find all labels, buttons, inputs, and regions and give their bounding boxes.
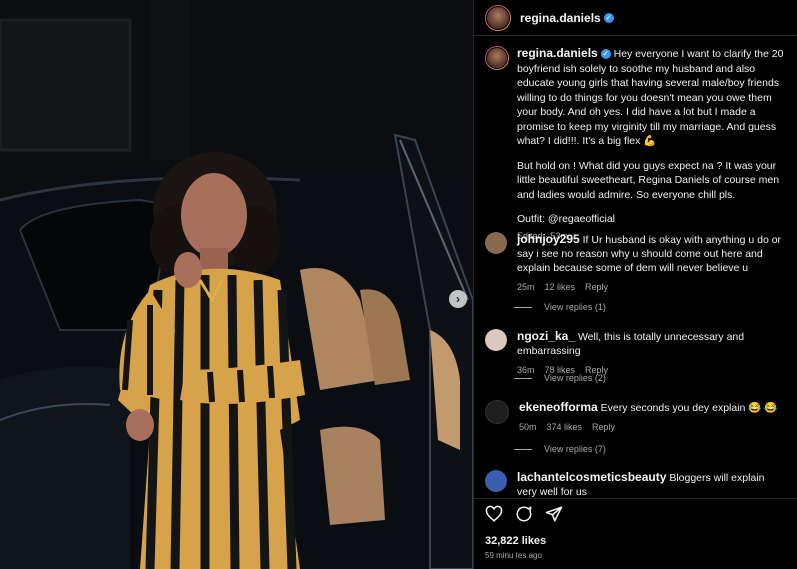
- comment-item: lachantelcosmeticsbeauty Bloggers will e…: [485, 470, 790, 498]
- caption-username[interactable]: regina.daniels: [517, 46, 598, 60]
- heart-icon[interactable]: [485, 505, 503, 523]
- caption: regina.daniels ✓ Hey everyone I want to c…: [485, 46, 790, 243]
- next-photo-button[interactable]: ›: [449, 290, 467, 308]
- comment-icon[interactable]: [515, 505, 533, 523]
- post-panel: regina.daniels ✓ regina.daniels ✓ Hey eve…: [473, 0, 797, 569]
- share-icon[interactable]: [545, 505, 563, 523]
- comment-username[interactable]: ekeneofforma: [519, 400, 598, 414]
- comment-avatar[interactable]: [485, 470, 507, 492]
- comments-scroll[interactable]: regina.daniels ✓ Hey everyone I want to c…: [474, 36, 797, 498]
- comment-username[interactable]: johnjoy295: [517, 232, 580, 246]
- reply-button[interactable]: Reply: [592, 420, 615, 434]
- post-actions: 32,822 likes 59 minu tes ago: [474, 498, 797, 569]
- caption-avatar[interactable]: [485, 46, 509, 70]
- comment-likes[interactable]: 12 likes: [545, 280, 576, 294]
- author-avatar[interactable]: [485, 4, 511, 31]
- comment-text: Every seconds you dey explain 😂 😂: [600, 402, 778, 414]
- comment-username[interactable]: lachantelcosmeticsbeauty: [517, 470, 666, 484]
- caption-paragraph-1: Hey everyone I want to clarify the 20 bo…: [517, 48, 784, 147]
- comment-avatar[interactable]: [485, 232, 507, 254]
- comment-item: ekeneofforma Every seconds you dey expla…: [485, 400, 790, 434]
- comment-likes[interactable]: 374 likes: [547, 420, 583, 434]
- comment-avatar[interactable]: [485, 400, 509, 424]
- caption-paragraph-2: But hold on ! What did you guys expect n…: [517, 159, 780, 201]
- comment-time: 25m: [517, 282, 535, 292]
- view-replies-button[interactable]: View replies (7): [514, 444, 606, 454]
- caption-verified-icon: ✓: [600, 49, 611, 60]
- post-time: 59 minu tes ago: [485, 551, 542, 560]
- view-replies-button[interactable]: View replies (2): [514, 373, 606, 383]
- photo-illustration: [0, 0, 473, 569]
- comment-item: johnjoy295 If Ur husband is okay with an…: [485, 232, 790, 294]
- post-viewer: › regina.daniels ✓ regina.daniels ✓ Hey e…: [0, 0, 797, 569]
- view-replies-button[interactable]: View replies (1): [514, 302, 606, 312]
- likes-count[interactable]: 32,822 likes: [485, 535, 546, 547]
- comment-username[interactable]: ngozi_ka_: [517, 329, 575, 343]
- reply-button[interactable]: Reply: [585, 280, 608, 294]
- header-username[interactable]: regina.daniels: [520, 11, 601, 25]
- comment-avatar[interactable]: [485, 329, 507, 351]
- post-photo[interactable]: ›: [0, 0, 473, 569]
- caption-outfit: Outfit: @regaeofficial: [517, 213, 616, 225]
- verified-badge-icon: ✓: [603, 12, 614, 23]
- comment-time: 50m: [519, 422, 537, 432]
- post-header: regina.daniels ✓: [474, 0, 797, 36]
- comment-item: ngozi_ka_ Well, this is totally unnecess…: [485, 329, 790, 377]
